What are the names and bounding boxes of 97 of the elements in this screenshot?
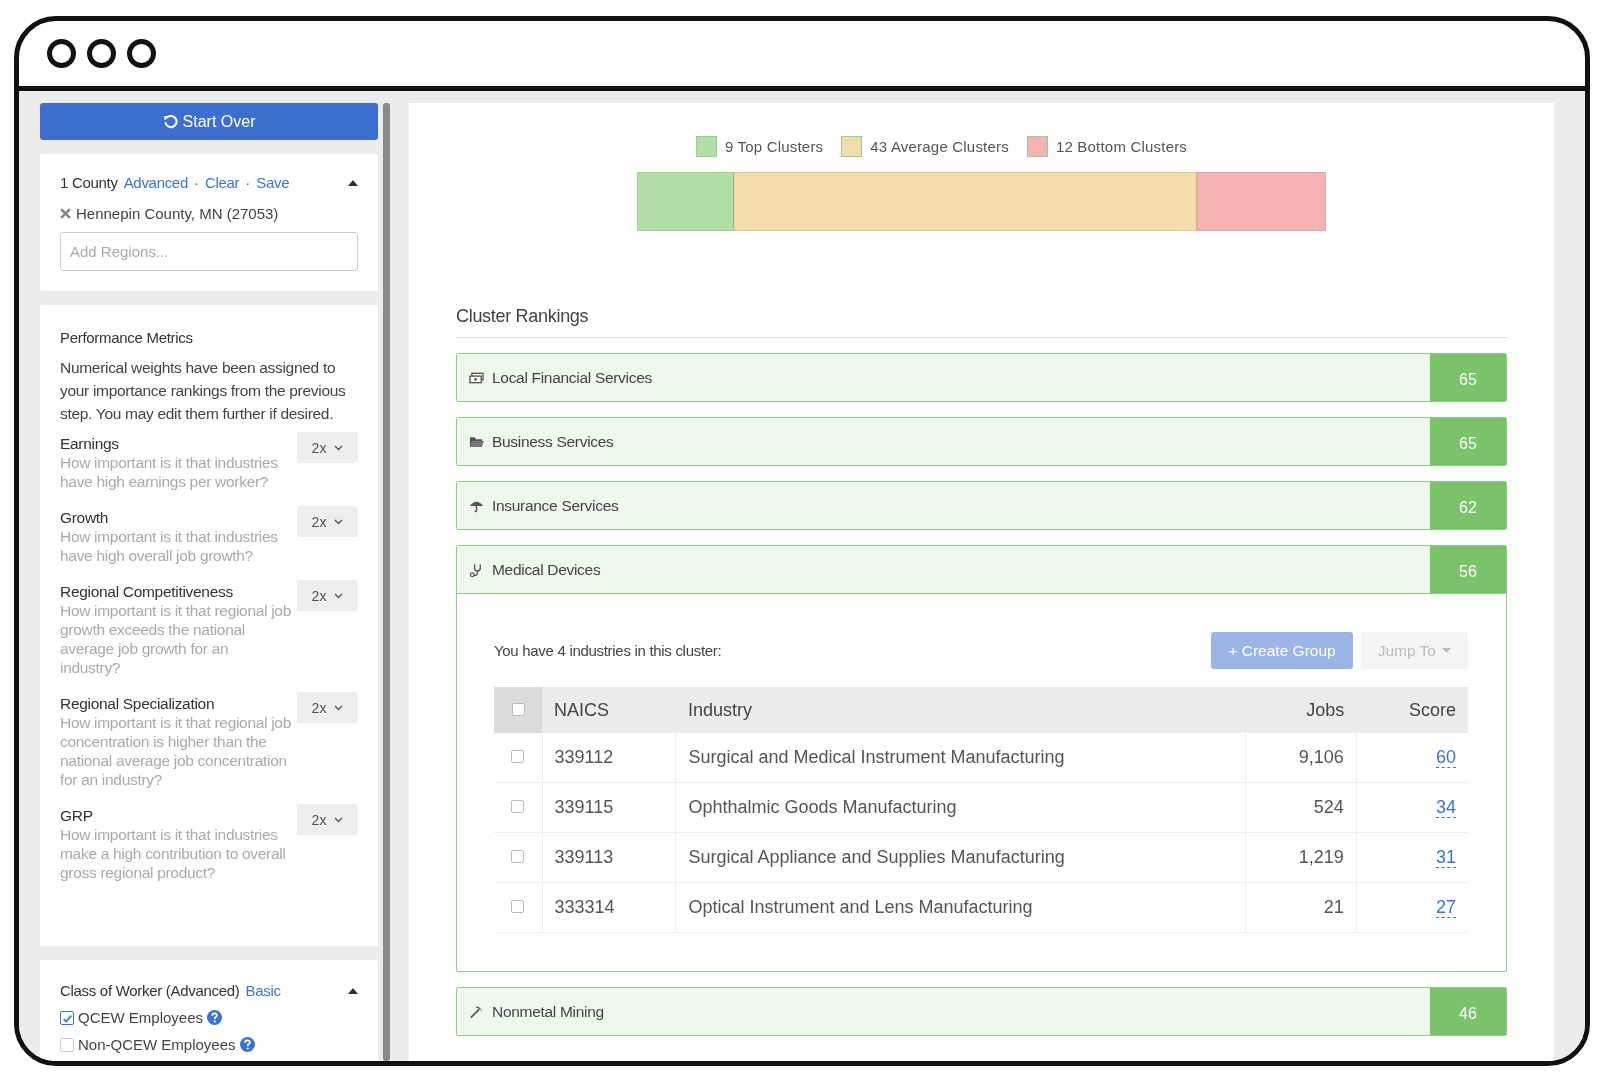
weight-dropdown[interactable]: 2x: [297, 580, 358, 611]
table-cell: 339112: [542, 733, 676, 783]
metric-name: GRP: [60, 807, 94, 825]
metric-question: How important is it that industries have high earnings per worker?: [60, 453, 279, 491]
remove-icon[interactable]: [60, 208, 71, 219]
selected-region: Hennepin County, MN (27053): [76, 205, 279, 222]
separator-dot: ·: [193, 174, 199, 191]
column-header[interactable]: Industry: [675, 687, 1246, 733]
score-link[interactable]: 27: [1435, 897, 1456, 918]
cluster-score: 65: [1430, 418, 1506, 465]
column-header[interactable]: Score: [1356, 687, 1468, 733]
select-all-checkbox[interactable]: [511, 702, 525, 716]
cluster-score: 62: [1430, 482, 1506, 529]
cluster-name: Nonmetal Mining: [492, 1002, 605, 1021]
collapse-caret-icon[interactable]: [348, 179, 358, 186]
chevron-icon: [334, 444, 344, 451]
start-over-button[interactable]: Start Over: [40, 103, 378, 140]
row-checkbox[interactable]: [511, 800, 525, 813]
panel-link[interactable]: Clear: [204, 174, 240, 191]
chevron-icon: [334, 592, 344, 599]
intro-text: Numerical weights have been assigned to your importance rankings from the previous step. You may edit them further if desired.: [60, 358, 347, 424]
chevron-icon: [334, 704, 344, 711]
panel-link[interactable]: Basic: [245, 982, 281, 999]
help-icon[interactable]: [239, 1037, 255, 1052]
table-cell: Surgical and Medical Instrument Manufacturing: [675, 733, 1246, 783]
cluster-name: Medical Devices: [492, 560, 602, 579]
metric-name: Growth: [60, 509, 110, 527]
chevron-icon: [334, 816, 344, 823]
metric-name: Regional Specialization: [60, 695, 216, 713]
caret-icon: [1442, 648, 1451, 653]
table-cell: 339115: [542, 782, 676, 833]
checkbox[interactable]: [60, 1037, 74, 1052]
collapse-caret-icon[interactable]: [348, 987, 358, 994]
table-cell: 1,219: [1245, 832, 1357, 883]
table-cell: 524: [1245, 782, 1357, 833]
chevron-icon: [334, 518, 344, 525]
metric-name: Earnings: [60, 435, 120, 453]
cluster-summary: You have 4 industries in this cluster:: [494, 642, 723, 659]
metric-question: How important is it that regional job growth exceeds the national average job growth for an industry?: [60, 601, 292, 677]
window-control-icon[interactable]: [47, 39, 76, 68]
window-control-icon[interactable]: [127, 39, 156, 68]
weight-dropdown[interactable]: 2x: [297, 506, 358, 537]
cluster-score: 56: [1430, 546, 1506, 593]
weight-dropdown[interactable]: 2x: [297, 432, 358, 463]
stethoscope-icon: [469, 562, 484, 577]
column-header[interactable]: NAICS: [542, 687, 676, 733]
option-label: Non-QCEW Employees: [78, 1036, 236, 1053]
table-cell: Ophthalmic Goods Manufacturing: [675, 782, 1246, 833]
row-checkbox[interactable]: [511, 850, 525, 863]
money-icon: [469, 370, 484, 385]
cluster-score: 46: [1430, 988, 1506, 1035]
help-icon[interactable]: [207, 1010, 223, 1025]
region-count: 1 County: [60, 174, 118, 191]
separator-dot: ·: [245, 174, 251, 191]
cluster-header[interactable]: Business Services 65: [457, 418, 1506, 465]
column-header[interactable]: Jobs: [1245, 687, 1357, 733]
row-checkbox[interactable]: [511, 750, 525, 763]
table-cell: 21: [1245, 882, 1357, 933]
weight-dropdown[interactable]: 2x: [297, 804, 358, 835]
table-cell: 333314: [542, 882, 676, 933]
pick-icon: [469, 1004, 484, 1019]
metric-question: How important is it that industries make a high contribution to overall gross regional product?: [60, 825, 287, 882]
legend-label: 43 Average Clusters: [870, 138, 1009, 155]
metric-question: How important is it that regional job concentration is higher than the national average job concentration for an industry?: [60, 713, 292, 789]
add-regions-field[interactable]: Add Regions...: [60, 232, 358, 271]
section-title: Cluster Rankings: [456, 306, 1507, 338]
metric-name: Regional Competitiveness: [60, 583, 234, 601]
window-control-icon[interactable]: [87, 39, 116, 68]
score-link[interactable]: 31: [1435, 847, 1456, 868]
legend-label: 12 Bottom Clusters: [1055, 138, 1188, 155]
panel-link[interactable]: Advanced: [123, 174, 188, 191]
panel-title: Class of Worker (Advanced): [60, 982, 240, 999]
cluster-header[interactable]: Insurance Services 62: [457, 482, 1506, 529]
weight-dropdown[interactable]: 2x: [297, 692, 358, 723]
cluster-score: 65: [1430, 354, 1506, 401]
row-checkbox[interactable]: [511, 900, 525, 913]
panel-title: Performance Metrics: [60, 329, 194, 346]
cluster-name: Insurance Services: [492, 496, 620, 515]
folder-icon: [469, 434, 484, 449]
cluster-header[interactable]: Nonmetal Mining 46: [457, 988, 1506, 1035]
table-cell: Optical Instrument and Lens Manufacturing: [675, 882, 1246, 933]
metric-question: How important is it that industries have high overall job growth?: [60, 527, 279, 565]
score-link[interactable]: 34: [1435, 797, 1456, 818]
score-link[interactable]: 60: [1435, 747, 1456, 768]
cluster-name: Local Financial Services: [492, 368, 653, 387]
table-cell: 339113: [542, 832, 676, 883]
undo-icon: [162, 114, 178, 129]
cluster-header[interactable]: Local Financial Services 65: [457, 354, 1506, 401]
checkbox[interactable]: [60, 1010, 74, 1025]
table-cell: 9,106: [1245, 733, 1357, 783]
cluster-name: Business Services: [492, 432, 615, 451]
option-label: QCEW Employees: [78, 1009, 204, 1026]
cluster-header[interactable]: Medical Devices 56: [457, 546, 1506, 594]
table-cell: Surgical Appliance and Supplies Manufacturing: [675, 832, 1246, 883]
panel-link[interactable]: Save: [256, 174, 290, 191]
scrollbar[interactable]: [383, 103, 390, 1061]
legend-label: 9 Top Clusters: [724, 138, 824, 155]
